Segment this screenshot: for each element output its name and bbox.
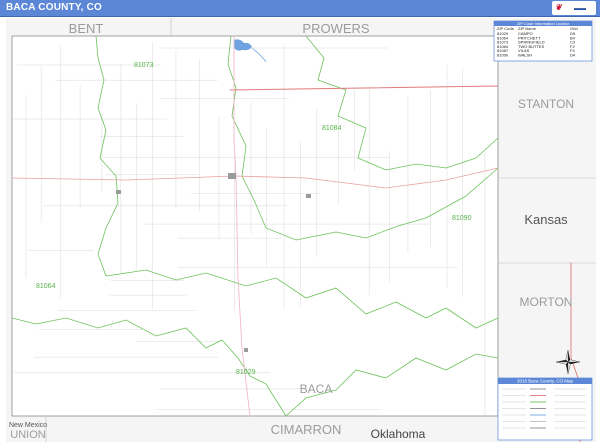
map-svg: BENT PROWERS STANTON Kansas MORTON New M… — [6, 18, 596, 442]
label-baca: BACA — [300, 382, 333, 396]
map-page: BACA COUNTY, CO ❦ ▬▬ BENT PROWERS STANTO… — [0, 0, 600, 445]
label-new-mexico: New Mexico — [9, 422, 47, 429]
label-prowers: PROWERS — [302, 21, 370, 36]
info-box: 2016 Baca County, CO Map — [497, 377, 593, 441]
label-stanton: STANTON — [518, 97, 574, 111]
map-frame: BENT PROWERS STANTON Kansas MORTON New M… — [6, 18, 596, 442]
county-area — [11, 35, 499, 417]
zip-legend: ZIP Code Information Locator ZIP Code ZI… — [493, 20, 593, 62]
label-kansas: Kansas — [524, 212, 568, 227]
label-cimarron: CIMARRON — [271, 422, 342, 437]
zip-label-81090: 81090 — [452, 215, 472, 222]
label-morton: MORTON — [520, 295, 573, 309]
zip-legend-cell: D4 — [570, 53, 576, 58]
map-title: BACA COUNTY, CO — [6, 2, 102, 13]
info-box-frame — [497, 377, 593, 441]
zip-label-81029: 81029 — [236, 369, 256, 376]
info-box-title: 2016 Baca County, CO Map — [517, 379, 573, 384]
town-vilas — [306, 194, 311, 198]
zip-label-81084: 81084 — [322, 125, 342, 132]
town-campo — [244, 348, 248, 352]
zip-legend-cell: 81090 — [497, 53, 509, 58]
brand-stripe: ▬▬ — [574, 6, 586, 12]
town-springfield — [228, 173, 236, 179]
town-pritchett — [116, 190, 121, 194]
zip-label-81064: 81064 — [36, 283, 56, 290]
label-union: UNION — [10, 429, 46, 441]
zip-label-81073: 81073 — [134, 62, 154, 69]
brand-mark: ❦ — [555, 3, 562, 12]
label-bent: BENT — [69, 21, 104, 36]
zip-legend-cell: WALSH — [518, 53, 532, 58]
label-oklahoma: Oklahoma — [371, 427, 426, 441]
map-brand-logo: ❦ ▬▬ — [552, 1, 596, 15]
title-bar: BACA COUNTY, CO ❦ ▬▬ — [0, 0, 600, 17]
